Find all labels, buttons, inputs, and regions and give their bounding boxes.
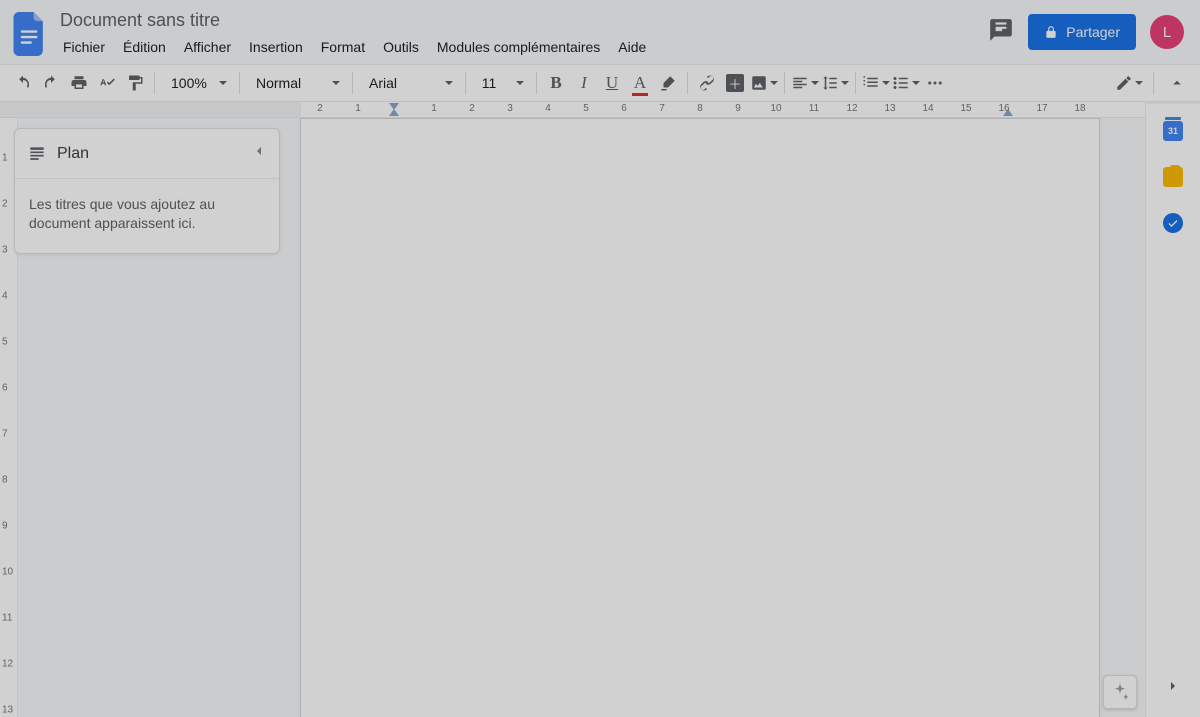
tasks-addon-icon[interactable]: [1162, 212, 1184, 234]
caret-down-icon: [219, 81, 227, 85]
toolbar: 100% Normal Arial 11 B I U A ＋: [0, 64, 1200, 102]
zoom-select[interactable]: 100%: [161, 70, 233, 96]
docs-logo-icon[interactable]: [10, 8, 50, 60]
highlight-button[interactable]: [655, 70, 681, 96]
caret-down-icon: [841, 81, 849, 85]
menu-view[interactable]: Afficher: [177, 35, 238, 59]
title-block: Document sans titre Fichier Édition Affi…: [50, 8, 988, 59]
menu-tools[interactable]: Outils: [376, 35, 426, 59]
insert-image-button[interactable]: [750, 70, 778, 96]
outline-title: Plan: [57, 145, 89, 163]
outline-header: Plan: [15, 129, 279, 179]
separator: [784, 72, 785, 94]
text-color-button[interactable]: A: [627, 70, 653, 96]
separator: [536, 72, 537, 94]
separator: [855, 72, 856, 94]
horizontal-ruler[interactable]: 2 1 1 2 3 4 5 6 7 8 9 10 11 12 13 14 15 …: [0, 102, 1200, 118]
menu-file[interactable]: Fichier: [56, 35, 112, 59]
workspace: 1 2 3 4 5 6 7 8 9 10 11 12 13 Plan Les t…: [0, 118, 1145, 717]
collapse-toolbar-button[interactable]: [1164, 70, 1190, 96]
insert-link-button[interactable]: [694, 70, 720, 96]
more-button[interactable]: [922, 70, 948, 96]
caret-down-icon: [1135, 81, 1143, 85]
outline-icon: [27, 144, 47, 164]
account-avatar[interactable]: L: [1150, 15, 1184, 49]
caret-down-icon: [445, 81, 453, 85]
align-button[interactable]: [791, 70, 819, 96]
caret-down-icon: [811, 81, 819, 85]
menu-format[interactable]: Format: [314, 35, 372, 59]
collapse-outline-button[interactable]: [251, 143, 267, 164]
outline-panel: Plan Les titres que vous ajoutez au docu…: [14, 128, 280, 254]
line-spacing-button[interactable]: [821, 70, 849, 96]
caret-down-icon: [516, 81, 524, 85]
app-header: Document sans titre Fichier Édition Affi…: [0, 0, 1200, 64]
italic-button[interactable]: I: [571, 70, 597, 96]
menu-bar: Fichier Édition Afficher Insertion Forma…: [56, 35, 988, 59]
menu-addons[interactable]: Modules complémentaires: [430, 35, 607, 59]
indent-marker-left-bottom-icon[interactable]: [389, 109, 399, 116]
separator: [465, 72, 466, 94]
separator: [154, 72, 155, 94]
zoom-value: 100%: [171, 75, 207, 91]
bold-button[interactable]: B: [543, 70, 569, 96]
editing-mode-button[interactable]: [1115, 70, 1143, 96]
redo-button[interactable]: [38, 70, 64, 96]
caret-down-icon: [912, 81, 920, 85]
insert-comment-button[interactable]: ＋: [722, 70, 748, 96]
menu-edit[interactable]: Édition: [116, 35, 173, 59]
separator: [1153, 72, 1154, 94]
underline-button[interactable]: U: [599, 70, 625, 96]
lock-icon: [1044, 25, 1058, 39]
font-size-value: 11: [482, 75, 497, 91]
keep-addon-icon[interactable]: [1162, 166, 1184, 188]
caret-down-icon: [332, 81, 340, 85]
caret-down-icon: [882, 81, 890, 85]
share-button[interactable]: Partager: [1028, 14, 1136, 50]
font-family-select[interactable]: Arial: [359, 70, 459, 96]
outline-empty-text: Les titres que vous ajoutez au document …: [15, 179, 279, 253]
header-right: Partager L: [988, 8, 1190, 50]
expand-sidepanel-button[interactable]: [1165, 678, 1181, 699]
numbered-list-button[interactable]: [862, 70, 890, 96]
undo-button[interactable]: [10, 70, 36, 96]
explore-button[interactable]: [1103, 675, 1137, 709]
print-button[interactable]: [66, 70, 92, 96]
plus-icon: ＋: [726, 74, 744, 92]
bulleted-list-button[interactable]: [892, 70, 920, 96]
share-label: Partager: [1066, 24, 1120, 40]
comments-icon[interactable]: [988, 17, 1014, 48]
separator: [687, 72, 688, 94]
paint-format-button[interactable]: [122, 70, 148, 96]
menu-insert[interactable]: Insertion: [242, 35, 310, 59]
calendar-addon-icon[interactable]: 31: [1162, 120, 1184, 142]
font-size-select[interactable]: 11: [472, 70, 530, 96]
separator: [352, 72, 353, 94]
font-value: Arial: [369, 75, 397, 91]
side-panel: 31: [1145, 104, 1200, 717]
separator: [239, 72, 240, 94]
document-title[interactable]: Document sans titre: [56, 8, 224, 33]
paragraph-style-select[interactable]: Normal: [246, 70, 346, 96]
document-page[interactable]: [300, 118, 1100, 717]
style-value: Normal: [256, 75, 301, 91]
caret-down-icon: [770, 81, 778, 85]
spellcheck-button[interactable]: [94, 70, 120, 96]
menu-help[interactable]: Aide: [611, 35, 653, 59]
